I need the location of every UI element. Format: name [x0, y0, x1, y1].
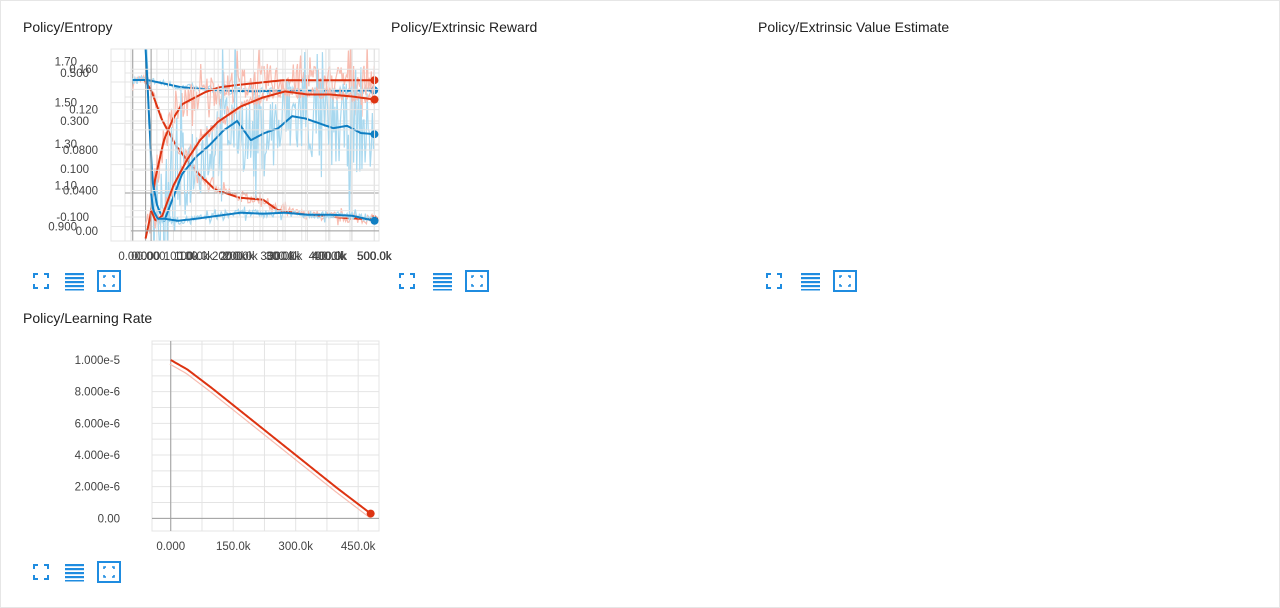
- chart-card-entropy: Policy/Entropy 0.000 100.0k 200.0k 300.0k 40…: [1, 1, 392, 292]
- chart-card-value-estimate: Policy/Extrinsic Value Estimate 0.000 100…: [63, 1, 1104, 292]
- fullscreen-icon[interactable]: [399, 273, 415, 289]
- fullscreen-icon[interactable]: [33, 273, 49, 289]
- x-tick-label: 450.0k: [341, 541, 376, 553]
- y-tick-label: 0.0800: [63, 145, 98, 157]
- y-tick-label: 0.120: [69, 105, 98, 117]
- x-tick-label: 300.0k: [278, 541, 313, 553]
- x-tick-label: 0.000: [156, 541, 185, 553]
- fit-domain-icon[interactable]: [465, 270, 489, 292]
- y-tick-label: 0.00: [76, 226, 98, 238]
- x-tick-label: 400.0k: [313, 251, 348, 263]
- x-tick-label: 300.0k: [268, 251, 303, 263]
- data-list-icon[interactable]: [801, 273, 820, 291]
- fit-domain-icon[interactable]: [97, 270, 121, 292]
- y-tick-label: 0.160: [69, 64, 98, 76]
- x-tick-label: 0.000: [137, 251, 166, 263]
- series-end-point: [370, 95, 379, 104]
- chart-extrinsic-reward[interactable]: 0.000 100.0k 200.0k 300.0k 400.0k 500.0k -0.10…: [56, 1, 737, 292]
- chart-learning-rate[interactable]: 0.000 150.0k 300.0k 450.0k 0.00 2.000e-6 4.000…: [1, 292, 380, 583]
- fit-domain-icon[interactable]: [97, 561, 121, 583]
- data-list-icon[interactable]: [65, 273, 84, 291]
- y-tick-label: 0.100: [60, 164, 89, 176]
- series-raw-line: [169, 363, 371, 519]
- fullscreen-icon[interactable]: [766, 273, 782, 289]
- x-tick-label: 200.0k: [223, 251, 258, 263]
- y-tick-label: 4.000e-6: [75, 450, 120, 462]
- y-tick-label: -0.100: [56, 212, 89, 224]
- y-tick-label: 0.300: [60, 116, 89, 128]
- y-tick-label: 0.00: [98, 513, 120, 525]
- y-tick-label: 6.000e-6: [75, 418, 120, 430]
- fullscreen-icon[interactable]: [33, 564, 49, 580]
- series-smoothed-line: [170, 359, 372, 515]
- x-tick-label: 500.0k: [357, 251, 392, 263]
- y-tick-label: 1.000e-5: [75, 355, 120, 367]
- x-tick-label: 100.0k: [179, 251, 214, 263]
- chart-value-estimate[interactable]: 0.000 100.0k 200.0k 300.0k 400.0k 500.0k 0.00 0…: [63, 1, 1104, 292]
- series-end-point: [366, 509, 375, 518]
- fit-domain-icon[interactable]: [833, 270, 857, 292]
- y-tick-label: 0.0400: [63, 185, 98, 197]
- x-tick-label: 150.0k: [216, 541, 251, 553]
- chart-card-learning-rate: Policy/Learning Rate 0.000 150.0k 300.0k 45…: [1, 292, 380, 583]
- chart-card-extrinsic-reward: Policy/Extrinsic Reward 0.000 100.0k 200.0…: [56, 1, 737, 292]
- data-list-icon[interactable]: [433, 273, 452, 291]
- data-list-icon[interactable]: [65, 564, 84, 582]
- series-end-point: [370, 216, 379, 225]
- y-tick-label: 2.000e-6: [75, 482, 120, 494]
- chart-entropy[interactable]: 0.000 100.0k 200.0k 300.0k 400.0k 500.0k0.900…: [1, 1, 392, 292]
- y-tick-label: 8.000e-6: [75, 387, 120, 399]
